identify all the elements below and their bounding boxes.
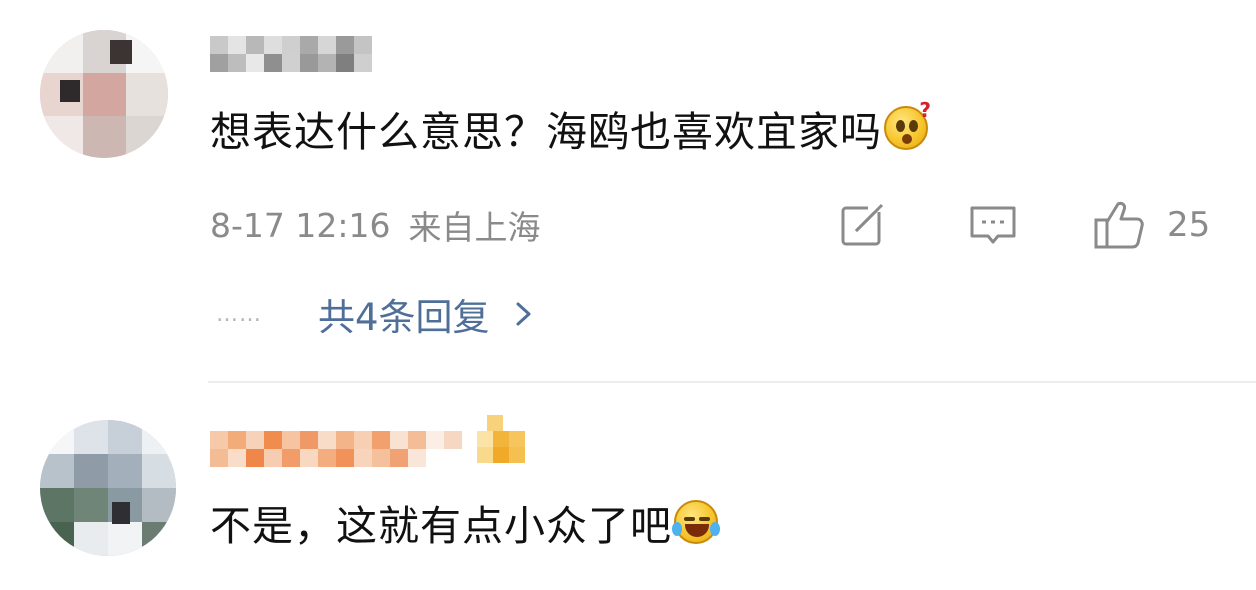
user-badge xyxy=(477,415,527,470)
view-replies-link[interactable]: 共4条回复 xyxy=(318,287,490,341)
like-button[interactable]: 25 xyxy=(1093,200,1223,250)
username-mosaic xyxy=(210,431,462,467)
username-blurred[interactable] xyxy=(210,30,385,74)
comment-location: 来自上海 xyxy=(408,208,541,247)
avatar-mosaic xyxy=(40,420,176,556)
replies-row[interactable]: …… 共4条回复 xyxy=(216,288,534,340)
avatar[interactable] xyxy=(40,30,168,158)
comment-button[interactable] xyxy=(968,200,1018,250)
laughing-tears-emoji xyxy=(672,500,720,544)
thumbs-up-icon xyxy=(1094,201,1144,249)
username-blurred[interactable] xyxy=(210,425,470,470)
like-count: 25 xyxy=(1167,205,1211,245)
chevron-right-icon[interactable] xyxy=(514,299,534,329)
badge-mosaic xyxy=(477,415,525,463)
share-icon xyxy=(841,202,885,246)
replies-dots: …… xyxy=(216,301,262,327)
comment-text: 想表达什么意思？海鸥也喜欢宜家吗 ? xyxy=(210,98,931,156)
thinking-face-emoji: ? xyxy=(884,98,931,150)
comment-list: 想表达什么意思？海鸥也喜欢宜家吗 ? 8-17 12:16 来自上海 25 ……… xyxy=(0,0,1256,590)
comment-date: 8-17 12:16 xyxy=(210,205,391,245)
username-mosaic xyxy=(210,36,372,72)
comment-body: 想表达什么意思？海鸥也喜欢宜家吗 xyxy=(210,108,882,156)
avatar-mosaic xyxy=(40,30,168,158)
comment-meta: 8-17 12:16 来自上海 25 xyxy=(210,200,1220,250)
comment-icon xyxy=(970,206,1016,244)
avatar[interactable] xyxy=(40,420,176,556)
share-button[interactable] xyxy=(838,200,888,250)
divider xyxy=(208,381,1256,383)
comment-text: 不是，这就有点小众了吧 xyxy=(210,492,720,552)
comment-body: 不是，这就有点小众了吧 xyxy=(210,502,672,550)
